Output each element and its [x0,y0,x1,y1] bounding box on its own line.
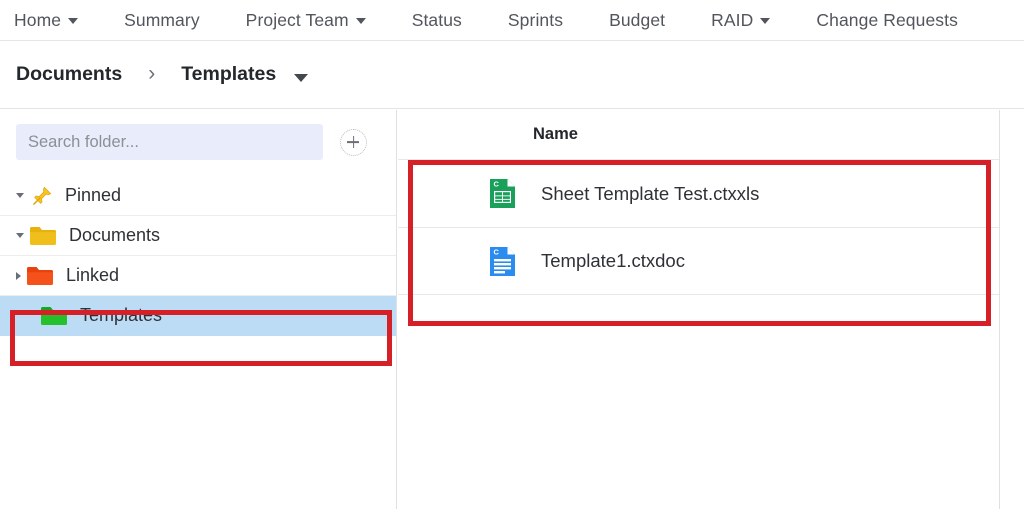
pushpin-icon [31,185,53,207]
nav-item-label: Change Requests [816,9,958,30]
tree-item-linked[interactable]: Linked [0,256,396,296]
tree-item-templates[interactable]: Templates [0,296,396,336]
table-row[interactable]: C Template1.ctxdoc [398,227,999,295]
add-folder-button[interactable] [340,128,367,156]
nav-item-project-team[interactable]: Project Team [246,10,366,31]
chevron-down-icon[interactable] [760,18,771,24]
chevron-down-icon[interactable] [16,193,24,198]
tree-item-label: Templates [80,305,163,325]
table-row[interactable]: C Sheet Template Test.ctxxls [398,159,999,227]
chevron-down-icon[interactable] [68,18,79,24]
nav-item-label: Budget [609,9,666,30]
search-input[interactable] [16,124,323,160]
chevron-down-icon[interactable] [16,233,24,238]
tree-item-pinned[interactable]: Pinned [0,176,396,216]
nav-item-budget[interactable]: Budget [609,10,665,31]
search-row [0,110,396,160]
right-gutter [1001,110,1024,509]
nav-item-label: Home [14,9,62,30]
tree-item-documents[interactable]: Documents [0,216,396,256]
nav-item-sprints[interactable]: Sprints [508,10,563,31]
nav-item-label: Summary [124,9,200,30]
breadcrumb-dropdown-icon[interactable] [294,73,309,82]
nav-item-label: Project Team [245,9,349,30]
folder-icon [26,265,54,286]
file-list-panel: Name C Sheet Template Test.ctxxls C Temp… [398,110,1000,509]
folder-tree-panel: Pinned Documents [0,110,397,509]
tree-item-label: Linked [66,265,120,285]
breadcrumb-current[interactable]: Templates [181,63,276,86]
nav-item-status[interactable]: Status [412,10,462,31]
file-name: Sheet Template Test.ctxxls [541,182,760,204]
nav-item-label: Sprints [507,9,564,30]
nav-item-raid[interactable]: RAID [711,9,771,31]
folder-tree: Pinned Documents Linked Templates [0,176,396,336]
top-navigation-bar: Home Summary Project Team Status Sprints… [0,0,1024,41]
document-file-icon: C [488,245,517,278]
column-header-name[interactable]: Name [533,125,578,144]
tree-item-label: Documents [69,225,161,245]
breadcrumb: Documents › Templates [0,41,1024,109]
chevron-down-icon[interactable] [355,18,366,24]
breadcrumb-root[interactable]: Documents [16,63,122,86]
svg-text:C: C [494,247,500,256]
svg-text:C: C [494,180,500,189]
nav-item-summary[interactable]: Summary [124,10,200,31]
nav-item-label: RAID [711,9,754,30]
file-name: Template1.ctxdoc [541,250,685,271]
nav-item-home[interactable]: Home [14,9,79,31]
breadcrumb-separator-icon: › [148,62,156,85]
tree-item-label: Pinned [65,185,122,205]
folder-icon [40,305,68,326]
chevron-right-icon[interactable] [16,271,21,280]
file-list-header: Name [398,110,999,159]
nav-item-label: Status [411,9,462,30]
folder-icon [29,225,57,246]
spreadsheet-file-icon: C [488,177,517,210]
file-browser-screen: Home Summary Project Team Status Sprints… [0,0,1024,509]
nav-item-change-requests[interactable]: Change Requests [816,10,958,31]
